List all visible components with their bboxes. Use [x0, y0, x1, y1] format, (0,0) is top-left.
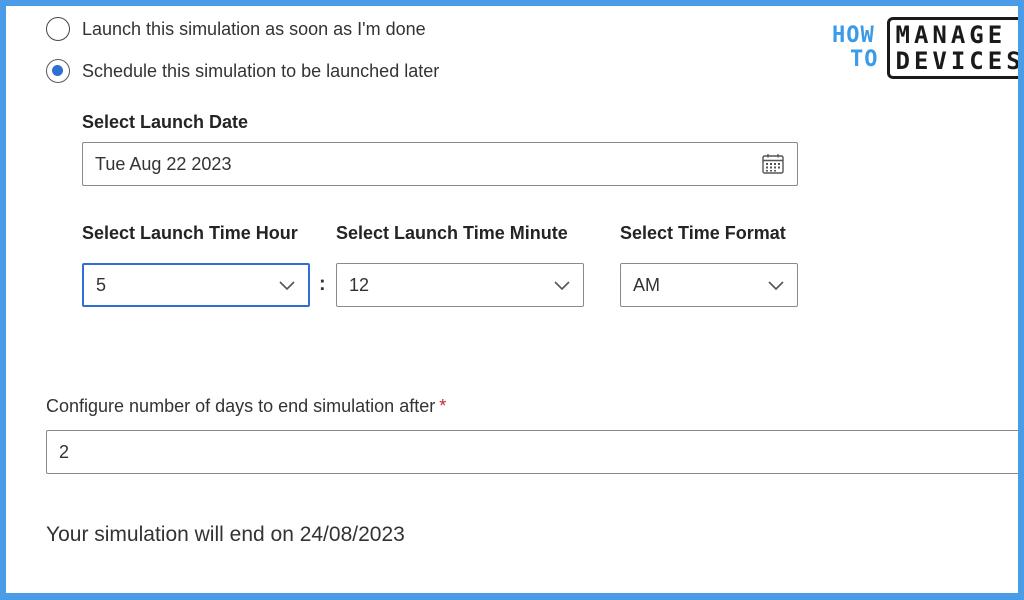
time-format-dropdown[interactable]: AM	[620, 263, 798, 307]
launch-now-radio[interactable]	[46, 17, 70, 41]
watermark-line-to: TO	[850, 47, 879, 72]
simulation-end-summary: Your simulation will end on 24/08/2023	[46, 523, 405, 546]
schedule-later-label: Schedule this simulation to be launched …	[82, 60, 440, 81]
watermark-line-manage: MANAGE	[895, 21, 1007, 49]
watermark-line-devices: DEVICES	[895, 47, 1019, 75]
time-format-label: Select Time Format	[620, 223, 786, 243]
watermark-logo: HOW TO MANAGE DEVICES	[832, 17, 1019, 79]
simulation-schedule-panel: Launch this simulation as soon as I'm do…	[6, 6, 1018, 593]
launch-minute-value: 12	[349, 274, 370, 295]
launch-now-label: Launch this simulation as soon as I'm do…	[82, 18, 426, 39]
calendar-icon[interactable]	[761, 152, 785, 176]
watermark-how-to: HOW TO	[832, 24, 879, 72]
launch-date-picker[interactable]: Tue Aug 22 2023	[82, 142, 798, 186]
end-days-input[interactable]: 2	[46, 430, 1018, 474]
schedule-later-option[interactable]: Schedule this simulation to be launched …	[46, 59, 439, 83]
launch-hour-label: Select Launch Time Hour	[82, 223, 298, 243]
chevron-down-icon	[279, 281, 295, 291]
launch-date-value: Tue Aug 22 2023	[95, 153, 232, 174]
end-days-value: 2	[59, 441, 70, 462]
watermark-box: MANAGE DEVICES	[886, 17, 1019, 79]
launch-now-option[interactable]: Launch this simulation as soon as I'm do…	[46, 17, 426, 41]
launch-hour-value: 5	[96, 274, 107, 295]
launch-date-label: Select Launch Date	[82, 112, 249, 132]
launch-minute-label: Select Launch Time Minute	[336, 223, 568, 243]
launch-hour-dropdown[interactable]: 5	[82, 263, 310, 307]
required-marker: *	[439, 396, 447, 416]
time-format-value: AM	[633, 274, 660, 295]
chevron-down-icon	[554, 281, 570, 291]
chevron-down-icon	[768, 281, 784, 291]
schedule-later-radio[interactable]	[46, 59, 70, 83]
watermark-line-how: HOW	[832, 23, 875, 48]
end-days-label: Configure number of days to end simulati…	[46, 396, 446, 417]
end-days-label-text: Configure number of days to end simulati…	[46, 396, 436, 416]
launch-minute-dropdown[interactable]: 12	[336, 263, 584, 307]
time-separator: :	[319, 273, 326, 295]
